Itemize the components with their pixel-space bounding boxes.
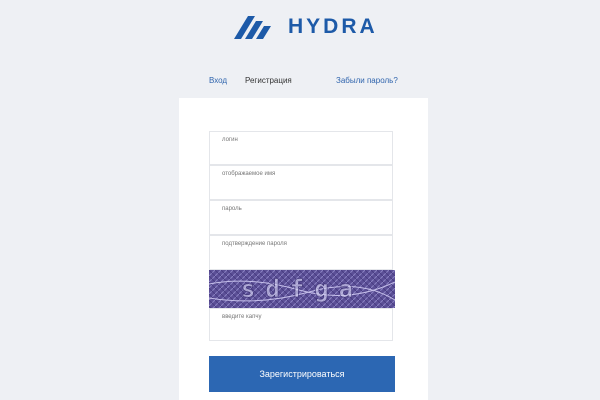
confirm-password-input[interactable] [210,236,392,269]
nav-forgot-password-link[interactable]: Забыли пароль? [336,76,398,85]
registration-form: логин отображаемое имя пароль подтвержде… [179,98,428,400]
login-field[interactable]: логин [209,131,393,165]
display-name-input[interactable] [210,166,392,199]
nav-register-tab[interactable]: Регистрация [245,76,292,85]
captcha-field[interactable]: введите капчу [209,308,393,341]
brand-name: HYDRA [288,15,378,38]
captcha-input[interactable] [210,309,392,340]
auth-nav: Вход Регистрация Забыли пароль? [0,76,600,90]
nav-login-link[interactable]: Вход [209,76,227,85]
captcha-text: sdfga [241,275,363,303]
hydra-logo-icon [234,16,271,39]
password-field[interactable]: пароль [209,200,393,235]
password-input[interactable] [210,201,392,234]
register-button[interactable]: Зарегистрироваться [209,356,395,392]
display-name-field[interactable]: отображаемое имя [209,165,393,200]
captcha-image[interactable]: sdfga [209,270,395,308]
confirm-password-field[interactable]: подтверждение пароля [209,235,393,270]
captcha-graphic: sdfga [209,270,395,308]
brand-logo: HYDRA [232,14,378,40]
login-input[interactable] [210,132,392,164]
